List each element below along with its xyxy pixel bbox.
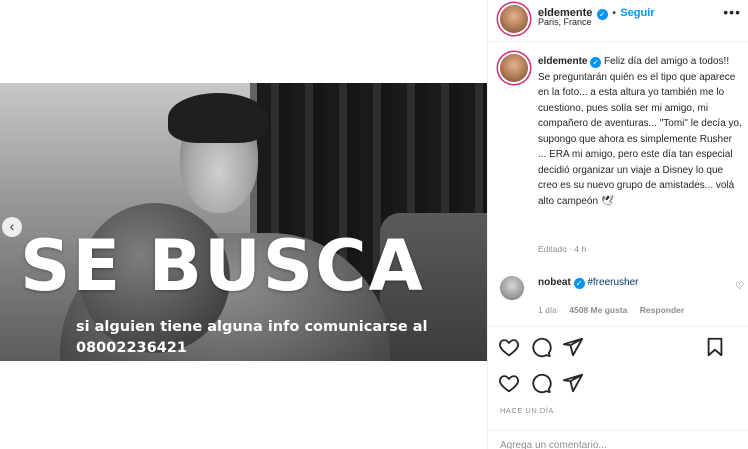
divider [488, 430, 748, 431]
action-bar [498, 336, 738, 360]
comment-hashtag[interactable]: #freerusher [587, 277, 638, 288]
comment-age[interactable]: 1 día [538, 305, 557, 315]
comment-like-icon[interactable]: ♡ [735, 281, 744, 292]
post-location[interactable]: Paris, France [538, 17, 592, 27]
post-caption: eldemente ✓ Feliz día del amigo a todos!… [538, 54, 743, 209]
post-time-label: HACE UN DÍA [500, 406, 554, 415]
caption-username[interactable]: eldemente [538, 56, 587, 67]
caption-text: Feliz día del amigo a todos!! Se pregunt… [538, 56, 742, 207]
verified-badge-icon: ✓ [590, 57, 602, 68]
comment-meta: 1 día 4508 Me gusta Responder [538, 305, 694, 315]
comment-icon[interactable] [530, 372, 554, 396]
share-icon[interactable] [562, 336, 586, 360]
verified-badge-icon: ✓ [596, 9, 608, 20]
comment-icon[interactable] [530, 336, 554, 360]
caption-author-avatar[interactable] [500, 54, 528, 82]
post-side-panel: eldemente ✓ • Seguir Paris, France ••• e… [487, 0, 748, 449]
verified-badge-icon: ✓ [573, 278, 585, 289]
add-comment-input[interactable]: Agrega un comentario... [500, 440, 607, 449]
caption-meta: Editado · 4 h [538, 244, 587, 254]
more-horizontal-icon[interactable]: ••• [723, 4, 741, 20]
previous-image-button[interactable]: ‹ [2, 217, 22, 237]
divider [488, 326, 748, 327]
bookmark-icon[interactable] [704, 336, 728, 360]
author-avatar[interactable] [500, 5, 528, 33]
header-separator: • [612, 8, 616, 19]
post-headline: SE BUSCA [20, 225, 425, 307]
heart-icon[interactable] [498, 336, 522, 360]
share-icon[interactable] [562, 372, 586, 396]
comment-item: nobeat ✓ #freerusher [538, 277, 638, 289]
post-header: eldemente ✓ • Seguir Paris, France ••• [488, 0, 748, 42]
commenter-avatar[interactable] [500, 276, 524, 300]
comment-username[interactable]: nobeat [538, 277, 571, 288]
post-subtext: si alguien tiene alguna info comunicarse… [76, 319, 428, 356]
comment-reply-button[interactable]: Responder [640, 305, 684, 315]
post-image[interactable]: SE BUSCA si alguien tiene alguna info co… [0, 83, 487, 361]
action-bar-secondary [498, 372, 738, 396]
comment-likes[interactable]: 4508 Me gusta [569, 305, 627, 315]
photo-person-hair [168, 93, 268, 143]
post-media-area: SE BUSCA si alguien tiene alguna info co… [0, 0, 487, 449]
follow-button[interactable]: Seguir [620, 7, 654, 19]
heart-icon[interactable] [498, 372, 522, 396]
